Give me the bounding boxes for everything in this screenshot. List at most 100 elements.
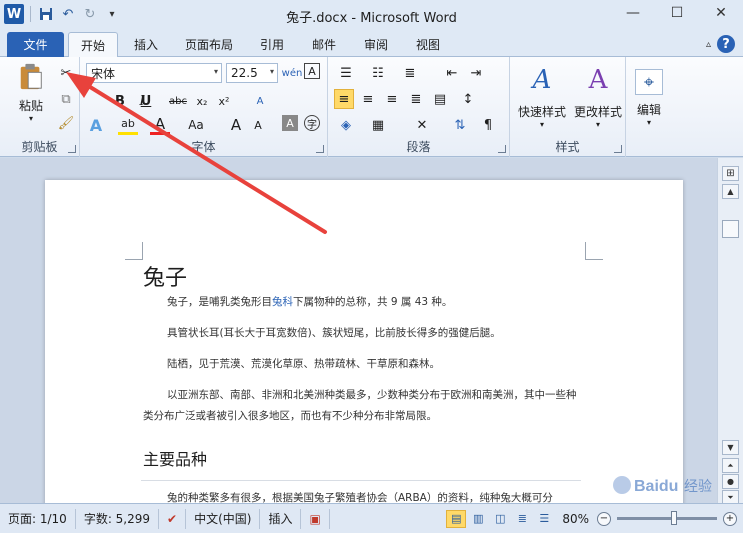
line-spacing-icon[interactable]: ↕ (458, 89, 478, 109)
redo-icon[interactable]: ↻ (81, 5, 99, 23)
outline-view-icon[interactable]: ≣ (512, 510, 532, 528)
tab-review[interactable]: 审阅 (354, 32, 398, 57)
tab-home[interactable]: 开始 (68, 32, 118, 58)
numbering-icon[interactable]: ☷ (368, 63, 388, 83)
align-right-button[interactable]: ≡ (382, 89, 402, 109)
decrease-indent-icon[interactable]: ⇤ (442, 63, 462, 83)
align-left-button[interactable]: ≡ (334, 89, 354, 109)
char-border-icon[interactable]: A (304, 63, 320, 79)
tab-insert[interactable]: 插入 (124, 32, 168, 57)
zoom-level[interactable]: 80% (562, 512, 589, 526)
phonetic-guide-icon[interactable]: wén (282, 63, 303, 83)
subscript-button[interactable]: x₂ (192, 91, 212, 111)
multilevel-list-icon[interactable]: ≣ (400, 63, 420, 83)
styles-launcher-icon[interactable] (614, 145, 622, 153)
document-area[interactable]: 兔子 兔子，是哺乳类兔形目兔科下属物种的总称，共 9 属 43 种。 具管状长耳… (0, 158, 717, 503)
bullets-icon[interactable]: ☰ (336, 63, 356, 83)
font-name-input[interactable]: 宋体 ▾ (86, 63, 222, 83)
increase-indent-icon[interactable]: ⇥ (466, 63, 486, 83)
zoom-slider-knob[interactable] (671, 511, 677, 525)
window-controls: — ☐ ✕ (611, 0, 743, 26)
minimize-button[interactable]: — (611, 0, 655, 26)
draft-view-icon[interactable]: ☰ (534, 510, 554, 528)
font-color-button[interactable]: A (150, 115, 170, 135)
char-shading-button[interactable]: A (282, 115, 298, 131)
maximize-button[interactable]: ☐ (655, 0, 699, 26)
print-layout-view-icon[interactable]: ▤ (446, 509, 467, 528)
shading-icon[interactable]: ◈ (336, 115, 356, 135)
tab-references[interactable]: 引用 (250, 32, 294, 57)
strikethrough-button[interactable]: abc (168, 91, 188, 111)
page-count[interactable]: 页面: 1/10 (0, 508, 76, 529)
change-styles-button[interactable]: A 更改样式 ▾ (570, 61, 626, 135)
ruler-toggle-icon[interactable]: ⊞ (722, 166, 739, 181)
tab-view[interactable]: 视图 (406, 32, 450, 57)
distributed-button[interactable]: ▤ (430, 89, 450, 109)
font-launcher-icon[interactable] (316, 145, 324, 153)
close-button[interactable]: ✕ (699, 0, 743, 26)
paragraph-5-partial[interactable]: 兔的种类繁多有很多，根据美国兔子繁殖者协会（ARBA）的资料，纯种兔大概可分 (143, 488, 583, 503)
borders-icon[interactable]: ▦ (368, 115, 388, 135)
show-marks-icon[interactable]: ¶ (478, 115, 498, 135)
align-center-button[interactable]: ≡ (358, 89, 378, 109)
format-painter-icon[interactable]: 🖌 (56, 113, 76, 133)
word-count[interactable]: 字数: 5,299 (76, 508, 160, 529)
paste-button[interactable]: 粘贴 ▾ (10, 63, 52, 123)
word-logo-icon[interactable]: W (4, 4, 24, 24)
customize-qat-icon[interactable]: ▾ (103, 5, 121, 23)
tab-page-layout[interactable]: 页面布局 (176, 32, 242, 57)
tab-file[interactable]: 文件 (7, 32, 64, 57)
paste-dropdown-icon[interactable]: ▾ (29, 114, 33, 123)
grow-font-button[interactable]: A (226, 115, 246, 135)
document-page[interactable]: 兔子 兔子，是哺乳类兔形目兔科下属物种的总称，共 9 属 43 种。 具管状长耳… (45, 180, 683, 503)
paragraph-2[interactable]: 具管状长耳(耳长大于耳宽数倍)、簇状短尾，比前肢长得多的强健后腿。 (143, 323, 583, 344)
scroll-up-button[interactable]: ▲ (722, 184, 739, 199)
zoom-in-icon[interactable]: + (723, 511, 737, 526)
collapse-ribbon-icon[interactable]: ▵ (706, 39, 711, 50)
vertical-scrollbar[interactable]: ⊞ ▲ ▼ ⏶ ● ⏷ (717, 158, 743, 505)
language-status[interactable]: 中文(中国) (186, 508, 261, 529)
editing-button[interactable]: ⌖ 编辑 ▾ (630, 61, 668, 135)
zoom-slider[interactable] (617, 511, 717, 525)
font-size-input[interactable]: 22.5 ▾ (226, 63, 278, 83)
tab-mailings[interactable]: 邮件 (302, 32, 346, 57)
paragraph-1-text: 兔子，是哺乳类兔形目 (167, 296, 272, 308)
web-layout-icon[interactable]: ◫ (490, 510, 510, 528)
document-title[interactable]: 兔子 (143, 260, 187, 292)
help-icon[interactable]: ? (717, 35, 735, 53)
paragraph-3[interactable]: 陆栖，见于荒漠、荒漠化草原、热带疏林、干草原和森林。 (143, 354, 583, 375)
superscript-button[interactable]: x² (214, 91, 234, 111)
undo-icon[interactable]: ↶ (59, 5, 77, 23)
paragraph-launcher-icon[interactable] (498, 145, 506, 153)
paragraph-1[interactable]: 兔子，是哺乳类兔形目兔科下属物种的总称，共 9 属 43 种。 (143, 292, 583, 313)
font-size-dropdown-icon[interactable]: ▾ (270, 67, 274, 76)
quick-styles-button[interactable]: A 快速样式 ▾ (514, 61, 570, 135)
copy-icon[interactable]: ⧉ (56, 89, 76, 109)
bold-button[interactable]: B (110, 91, 130, 111)
justify-button[interactable]: ≣ (406, 89, 426, 109)
scroll-down-button[interactable]: ▼ (722, 440, 739, 455)
highlight-button[interactable]: ab (118, 115, 138, 135)
cut-icon[interactable]: ✂ (56, 63, 76, 83)
text-effects-button[interactable]: A (86, 115, 106, 135)
clipboard-launcher-icon[interactable] (68, 145, 76, 153)
full-screen-reading-icon[interactable]: ▥ (468, 510, 488, 528)
macro-record-icon[interactable]: ▣ (301, 508, 330, 529)
paragraph-4[interactable]: 以亚洲东部、南部、非洲和北美洲种类最多，少数种类分布于欧洲和南美洲，其中一些种类… (143, 385, 583, 427)
underline-button[interactable]: U (136, 91, 156, 111)
enclose-char-button[interactable]: 字 (304, 115, 320, 131)
chinese-layout-icon[interactable]: ✕ (412, 115, 432, 135)
clear-formatting-icon[interactable]: A (250, 91, 270, 111)
group-paragraph: ☰ ☷ ≣ ⇤ ⇥ ≡ ≡ ≡ ≣ ▤ ↕ ◈ ▦ ✕ ⇅ ¶ 段落 (328, 57, 510, 157)
save-icon[interactable] (37, 5, 55, 23)
font-name-dropdown-icon[interactable]: ▾ (214, 67, 218, 76)
proofing-status-icon[interactable]: ✔ (159, 508, 187, 529)
link-rabbit-family[interactable]: 兔科 (272, 296, 293, 308)
zoom-out-icon[interactable]: − (597, 511, 611, 526)
change-case-button[interactable]: Aa (186, 115, 206, 135)
insert-mode-status[interactable]: 插入 (260, 508, 302, 529)
sort-icon[interactable]: ⇅ (450, 115, 470, 135)
scroll-thumb[interactable] (722, 220, 739, 238)
shrink-font-button[interactable]: A (248, 115, 268, 135)
section-heading[interactable]: 主要品种 (143, 446, 207, 470)
